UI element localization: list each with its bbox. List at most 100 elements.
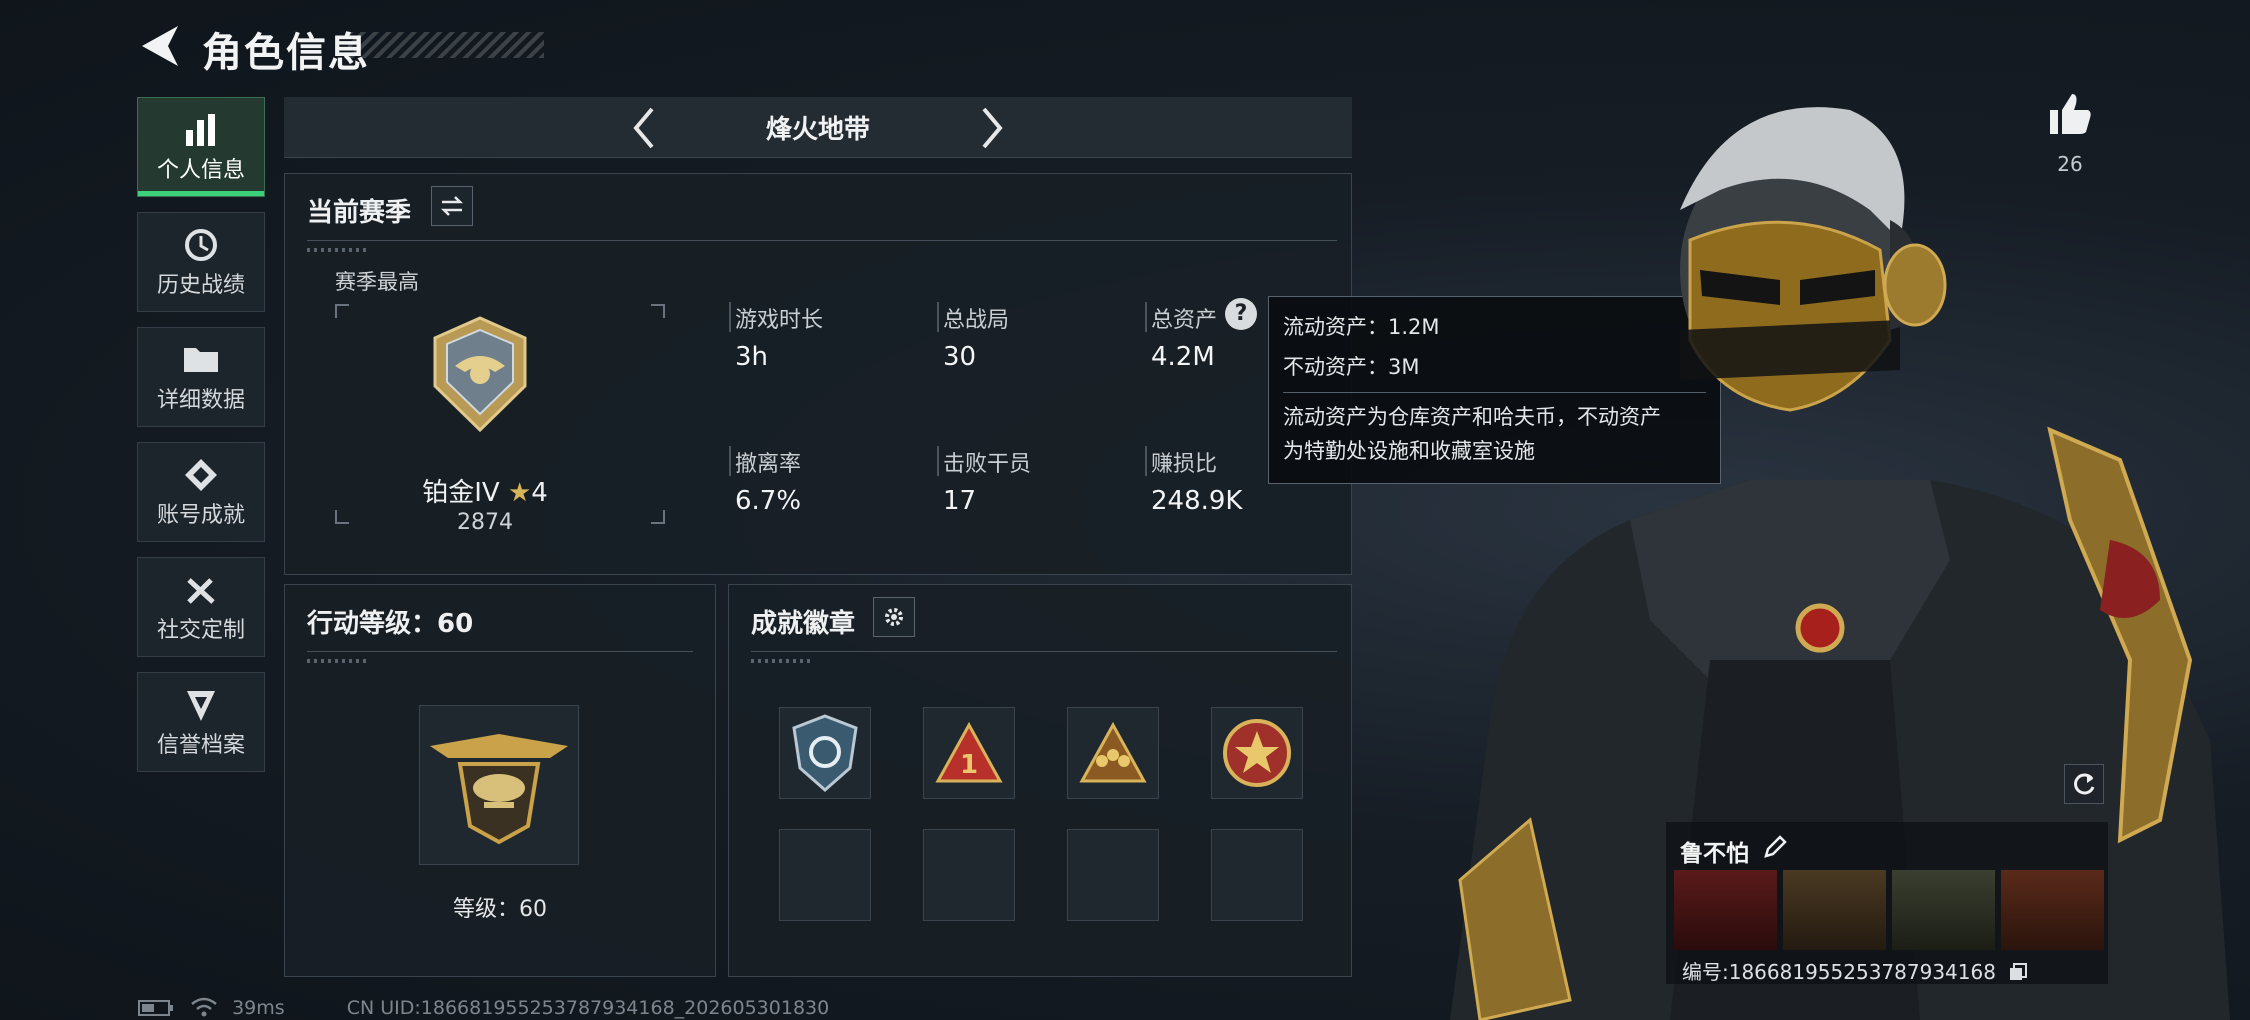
stat-value: 4.2M [1151,342,1215,372]
status-bar: 39ms CN UID:186681955253787934168_202605… [138,997,829,1019]
wifi-icon [191,997,217,1017]
nav-item-social[interactable]: 社交定制 [137,557,265,657]
divider [307,240,1337,241]
banner-tile [1674,870,1777,950]
banner-tile [2001,870,2104,950]
stat-label: 总资产 [1151,308,1218,333]
empty-badge-slot[interactable] [1067,829,1159,921]
season-best-label: 赛季最高 [335,270,419,294]
back-arrow-icon[interactable] [138,22,182,70]
cn-uid: CN UID:186681955253787934168_20260530183… [346,997,830,1019]
rank-name: 铂金IV [422,478,500,508]
empty-badge-slot[interactable] [1211,829,1303,921]
helicopter-level-emblem-icon [430,734,568,845]
rank-stars: 4 [531,478,548,508]
stat-value: 3h [735,342,769,372]
help-icon[interactable]: ? [1225,298,1257,330]
empty-badge-slot[interactable] [779,829,871,921]
next-map-icon[interactable] [972,103,1012,153]
divider [307,651,693,652]
nav-label: 详细数据 [156,388,245,413]
thumbs-up-icon[interactable] [2046,90,2094,138]
badge-slot[interactable] [779,707,871,799]
badge-settings-button[interactable] [873,597,915,637]
battery-icon [138,1000,173,1016]
nav-item-details[interactable]: 详细数据 [137,327,265,427]
reputation-icon [187,691,215,721]
swap-icon [440,196,464,216]
nav-label: 信誉档案 [156,733,245,758]
ping-value: 39ms [232,997,285,1019]
season-title: 当前赛季 [307,198,412,228]
nav-item-achievements[interactable]: 账号成就 [137,442,265,542]
divider-ticks [307,659,367,663]
shield-badge-icon [792,714,858,792]
rank-score: 2874 [457,510,513,535]
refresh-icon [2074,773,2095,795]
divider-ticks [307,248,367,252]
stat-separator [729,302,731,332]
player-uid-row: 编号:1866819552537879341​68 [1682,956,2028,985]
stat-separator [937,446,939,476]
stat-label: 撤离率 [735,452,802,477]
stat-value: 30 [943,342,977,372]
stat-label: 击败干员 [943,452,1032,477]
player-name: 鲁不怕 [1680,841,1749,867]
stat-value: 6.7% [735,486,802,516]
rank-one-badge-icon: 1 [935,721,1003,783]
team-badge-icon [1079,721,1147,783]
refresh-model-button[interactable] [2064,764,2104,804]
level-text: 等级：60 [453,897,547,922]
stat-label: 游戏时长 [735,308,824,333]
stat-separator [1145,446,1147,476]
stat-value: 17 [943,486,977,516]
player-uid: 编号:1866819552537879341​68 [1682,960,1996,984]
nav-item-reputation[interactable]: 信誉档案 [137,672,265,772]
nav-label: 社交定制 [156,618,245,643]
badges-title: 成就徽章 [751,609,856,639]
nav-label: 账号成就 [156,503,245,528]
map-name: 烽火地带 [765,115,870,145]
badges-panel: 成就徽章 1 [728,584,1352,977]
badge-slot[interactable] [1211,707,1303,799]
tools-icon [187,578,215,604]
active-indicator [138,191,264,196]
page-title: 角色信息 [202,30,370,76]
badge-slot[interactable]: 1 [923,707,1015,799]
nav-label: 历史战绩 [156,273,245,298]
title-decoration [348,32,544,58]
stat-label: 赚损比 [1151,452,1218,477]
badge-slot[interactable] [1067,707,1159,799]
banner-tile [1892,870,1995,950]
achievement-icon [185,459,217,491]
stat-separator [1145,302,1147,332]
swap-season-button[interactable] [431,186,473,226]
like-count: 26 [2057,152,2083,176]
stat-separator [937,302,939,332]
edit-pencil-icon[interactable] [1762,834,1788,860]
frame-corner [335,304,349,318]
nav-item-history[interactable]: 历史战绩 [137,212,265,312]
level-title: 行动等级：60 [307,609,474,639]
banner-tile [1783,870,1886,950]
divider [751,651,1337,652]
level-emblem-frame [419,705,579,865]
star-icon: ★ [507,478,532,508]
star-emblem-badge-icon [1223,719,1291,787]
svg-text:1: 1 [960,750,978,780]
card-banner-strip [1674,870,2104,950]
empty-badge-slot[interactable] [923,829,1015,921]
divider-ticks [751,659,811,663]
stat-separator [729,446,731,476]
map-selector: 烽火地带 [284,97,1352,158]
nav-item-profile[interactable]: 个人信息 [137,97,265,197]
level-panel: 行动等级：60 等级：60 [284,584,716,977]
platinum-rank-emblem-icon [433,316,527,432]
rank-name-row: 铂金IV ★4 [285,472,685,509]
bar-chart-icon [186,114,215,146]
season-panel: 当前赛季 赛季最高 铂金IV ★4 2874 游戏时长 3h 总战局 30 总资… [284,173,1352,575]
gear-icon [885,608,903,626]
copy-icon[interactable] [2008,962,2028,982]
nav-label: 个人信息 [156,158,245,183]
folder-icon [184,348,218,372]
